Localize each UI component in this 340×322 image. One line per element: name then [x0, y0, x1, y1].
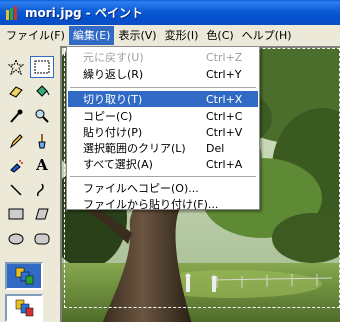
menu-item-paste-from-file[interactable]: ファイルから貼り付け(F)... — [68, 196, 258, 212]
paste-shortcut: Ctrl+V — [206, 125, 243, 139]
clear-selection-label: 選択範囲のクリア(L) — [83, 142, 186, 155]
menu-separator — [70, 176, 256, 177]
menu-file[interactable]: ファイル(F) — [2, 26, 69, 45]
menu-view[interactable]: 表示(V) — [114, 26, 160, 45]
text-icon[interactable]: A — [30, 154, 54, 176]
eraser-icon[interactable] — [4, 80, 28, 102]
ellipse-icon[interactable] — [4, 228, 28, 250]
palette-color-selector-2[interactable] — [5, 294, 43, 322]
palette-color-selector-1[interactable] — [5, 262, 43, 290]
tool-box: A — [0, 46, 60, 322]
edit-menu-dropdown: 元に戻す(U) Ctrl+Z 繰り返し(R) Ctrl+Y 切り取り(T) Ct… — [66, 46, 260, 212]
menu-bar: ファイル(F) 編集(E) 表示(V) 変形(I) 色(C) ヘルプ(H) — [0, 25, 340, 46]
polygon-icon[interactable] — [30, 203, 54, 225]
menu-edit[interactable]: 編集(E) — [68, 26, 115, 45]
menu-item-copy-to-file[interactable]: ファイルへコピー(O)... — [68, 180, 258, 196]
clear-selection-shortcut: Del — [206, 141, 225, 155]
magnifier-icon[interactable] — [30, 105, 54, 127]
copy-label: コピー(C) — [83, 110, 133, 123]
cut-shortcut: Ctrl+X — [206, 92, 243, 106]
copy-to-file-label: ファイルへコピー(O)... — [83, 182, 199, 195]
curve-icon[interactable] — [30, 179, 54, 201]
rectangle-icon[interactable] — [4, 203, 28, 225]
brush-icon[interactable] — [30, 130, 54, 152]
pencil-icon[interactable] — [4, 130, 28, 152]
rounded-rectangle-icon[interactable] — [30, 228, 54, 250]
rectangle-select-icon[interactable] — [30, 56, 54, 78]
free-form-select-icon[interactable] — [4, 56, 28, 78]
menu-item-redo[interactable]: 繰り返し(R) Ctrl+Y — [68, 66, 258, 82]
paste-label: 貼り付け(P) — [83, 126, 143, 139]
menu-item-copy[interactable]: コピー(C) Ctrl+C — [68, 108, 258, 124]
menu-item-cut[interactable]: 切り取り(T) Ctrl+X — [68, 91, 258, 107]
paste-from-file-label: ファイルから貼り付け(F)... — [83, 198, 219, 211]
undo-label: 元に戻す(U) — [83, 51, 144, 64]
color-picker-icon[interactable] — [4, 105, 28, 127]
copy-shortcut: Ctrl+C — [206, 109, 243, 123]
select-all-label: すべて選択(A) — [83, 158, 153, 171]
menu-item-select-all[interactable]: すべて選択(A) Ctrl+A — [68, 156, 258, 172]
undo-shortcut: Ctrl+Z — [206, 50, 243, 64]
menu-item-clear-selection[interactable]: 選択範囲のクリア(L) Del — [68, 140, 258, 156]
redo-shortcut: Ctrl+Y — [206, 67, 242, 81]
paint-app-icon — [4, 5, 20, 21]
redo-label: 繰り返し(R) — [83, 68, 144, 81]
airbrush-icon[interactable] — [4, 154, 28, 176]
select-all-shortcut: Ctrl+A — [206, 157, 243, 171]
menu-separator — [70, 87, 256, 88]
window-title: mori.jpg - ペイント — [25, 6, 143, 20]
menu-colors[interactable]: 色(C) — [202, 26, 237, 45]
text-tool-glyph: A — [36, 156, 48, 174]
cut-label: 切り取り(T) — [83, 93, 143, 106]
menu-image[interactable]: 変形(I) — [161, 26, 203, 45]
title-bar: mori.jpg - ペイント — [0, 0, 340, 25]
menu-item-paste[interactable]: 貼り付け(P) Ctrl+V — [68, 124, 258, 140]
menu-help[interactable]: ヘルプ(H) — [238, 26, 296, 45]
menu-item-undo[interactable]: 元に戻す(U) Ctrl+Z — [68, 49, 258, 65]
fill-bucket-icon[interactable] — [30, 80, 54, 102]
line-icon[interactable] — [4, 179, 28, 201]
